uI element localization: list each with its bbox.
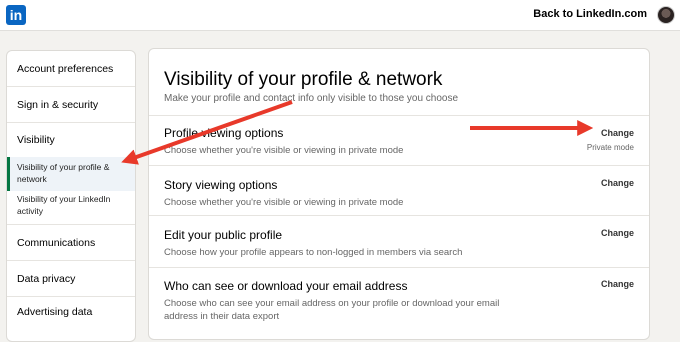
sidebar-item-sign-in-security[interactable]: Sign in & security xyxy=(7,87,135,123)
change-button[interactable]: Change xyxy=(601,178,634,188)
setting-description: Choose who can see your email address on… xyxy=(164,298,500,322)
setting-description: Choose whether you're visible or viewing… xyxy=(164,145,404,156)
sidebar-subitem-visibility-profile-network[interactable]: Visibility of your profile & network xyxy=(7,157,135,191)
setting-description: Choose how your profile appears to non-l… xyxy=(164,247,463,258)
sidebar-item-label: Visibility of your LinkedIn activity xyxy=(17,194,111,216)
sidebar-subitem-visibility-activity[interactable]: Visibility of your LinkedIn activity xyxy=(7,191,135,225)
setting-row-story-viewing[interactable]: Story viewing options Choose whether you… xyxy=(149,165,649,216)
visibility-settings-panel: Visibility of your profile & network Mak… xyxy=(148,48,650,340)
setting-description: Choose whether you're visible or viewing… xyxy=(164,197,404,208)
avatar[interactable] xyxy=(657,6,675,24)
sidebar-item-account-preferences[interactable]: Account preferences xyxy=(7,51,135,87)
sidebar-item-label: Visibility of your profile & network xyxy=(17,162,110,184)
sidebar-item-label: Sign in & security xyxy=(17,98,99,111)
setting-title: Profile viewing options xyxy=(164,126,284,140)
change-button[interactable]: Change xyxy=(601,228,634,238)
settings-sidebar: Account preferences Sign in & security V… xyxy=(6,50,136,342)
sidebar-item-label: Advertising data xyxy=(17,306,93,318)
setting-title: Story viewing options xyxy=(164,178,278,192)
sidebar-item-advertising-data[interactable]: Advertising data xyxy=(7,297,135,327)
back-to-linkedin-link[interactable]: Back to LinkedIn.com xyxy=(533,8,647,20)
setting-title: Who can see or download your email addre… xyxy=(164,279,408,293)
sidebar-item-communications[interactable]: Communications xyxy=(7,225,135,261)
page-subtitle: Make your profile and contact info only … xyxy=(164,93,459,104)
change-button[interactable]: Change xyxy=(601,128,634,138)
setting-row-public-profile[interactable]: Edit your public profile Choose how your… xyxy=(149,215,649,268)
sidebar-item-label: Communications xyxy=(17,236,96,249)
linkedin-logo-icon[interactable]: in xyxy=(6,5,26,25)
sidebar-item-label: Visibility xyxy=(17,134,55,146)
setting-title: Edit your public profile xyxy=(164,228,283,242)
sidebar-item-data-privacy[interactable]: Data privacy xyxy=(7,261,135,297)
setting-row-profile-viewing[interactable]: Profile viewing options Choose whether y… xyxy=(149,115,649,166)
change-button[interactable]: Change xyxy=(601,279,634,289)
top-bar: in Back to LinkedIn.com xyxy=(0,0,680,31)
sidebar-item-label: Data privacy xyxy=(17,272,76,285)
sidebar-item-visibility[interactable]: Visibility xyxy=(7,123,135,157)
sidebar-item-label: Account preferences xyxy=(17,62,114,75)
status-text: Private mode xyxy=(586,143,634,152)
page-title: Visibility of your profile & network xyxy=(164,69,443,90)
setting-row-email-visibility[interactable]: Who can see or download your email addre… xyxy=(149,267,649,339)
